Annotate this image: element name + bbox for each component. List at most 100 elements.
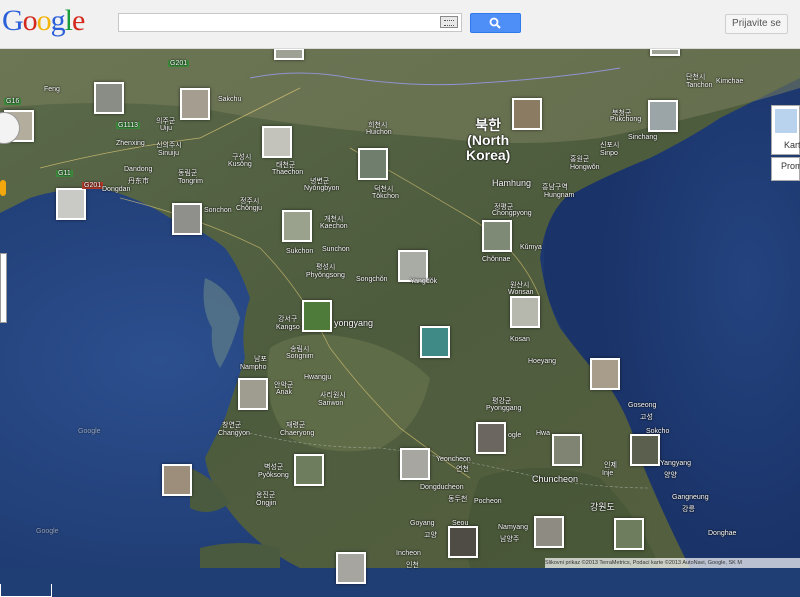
place-label: Yangdŏk bbox=[410, 278, 438, 285]
place-label: Gangneung bbox=[672, 494, 709, 501]
street-view-pegman-icon[interactable] bbox=[0, 180, 6, 196]
place-label: Sokcho bbox=[646, 428, 670, 435]
place-label: 강릉 bbox=[682, 506, 695, 513]
map-thumbnail bbox=[775, 109, 797, 133]
map-type-label: Kart bbox=[784, 140, 800, 150]
place-label: Songchŏn bbox=[356, 276, 388, 283]
photo-thumbnail[interactable] bbox=[172, 203, 202, 235]
map-canvas[interactable]: 북한 (North Korea) Kimchae 단천시 Tanchon Fen… bbox=[0, 48, 800, 597]
place-label: Chongpyong bbox=[492, 210, 532, 217]
scale-bar bbox=[0, 584, 52, 597]
place-label: Sunchon bbox=[322, 246, 350, 253]
map-attribution: Slikovni prikaz ©2013 TerraMetrics, Poda… bbox=[545, 558, 800, 568]
place-label: Phyŏngsong bbox=[306, 272, 345, 279]
photo-thumbnail[interactable] bbox=[238, 378, 268, 410]
photo-thumbnail[interactable] bbox=[336, 552, 366, 584]
place-label: Sukchon bbox=[286, 248, 314, 255]
place-label: Hongwŏn bbox=[570, 164, 600, 171]
place-label: Sariwon bbox=[318, 400, 344, 407]
place-label: Inje bbox=[602, 470, 614, 477]
photo-thumbnail[interactable] bbox=[400, 448, 430, 480]
place-label: Dongdan bbox=[102, 186, 131, 193]
place-label: Thaechon bbox=[272, 169, 304, 176]
photo-thumbnail[interactable] bbox=[358, 148, 388, 180]
place-label: Sinuiju bbox=[158, 150, 180, 157]
place-label: Huichon bbox=[366, 129, 392, 136]
photo-thumbnail[interactable] bbox=[420, 326, 450, 358]
place-label: 연천 bbox=[456, 466, 469, 473]
place-label: Namyang bbox=[498, 524, 528, 531]
place-label: 흥남구역 bbox=[542, 184, 568, 191]
zoom-slider[interactable] bbox=[0, 253, 7, 323]
photo-thumbnail[interactable] bbox=[650, 48, 680, 56]
place-label: 홍원군 bbox=[570, 156, 590, 163]
place-label: Sakchu bbox=[218, 96, 242, 103]
place-label: 옹진군 bbox=[256, 492, 276, 499]
keyboard-icon[interactable] bbox=[440, 16, 458, 28]
place-label: Tŏkchon bbox=[372, 193, 399, 200]
place-label: Kimchae bbox=[716, 78, 744, 85]
photo-thumbnail[interactable] bbox=[614, 518, 644, 550]
top-bar: Google Prijavite se bbox=[0, 0, 800, 49]
photo-thumbnail[interactable] bbox=[262, 126, 292, 158]
place-label: 인제 bbox=[604, 462, 617, 469]
place-label: Nyŏngbyon bbox=[304, 185, 340, 192]
place-label: Chŏngju bbox=[236, 205, 263, 212]
map-watermark: Google bbox=[78, 428, 101, 435]
place-label: Hwangju bbox=[304, 374, 332, 381]
place-label: Hungnam bbox=[544, 192, 575, 199]
place-label: Pyonggang bbox=[486, 405, 522, 412]
place-label: 고성 bbox=[640, 414, 653, 421]
place-label: Changyon bbox=[218, 430, 250, 437]
place-label: 단천시 bbox=[686, 74, 706, 81]
prom-dropdown-button[interactable]: Prom bbox=[771, 157, 800, 181]
place-label: 남포 bbox=[254, 356, 267, 363]
photo-thumbnail[interactable] bbox=[56, 188, 86, 220]
place-label: Pocheon bbox=[474, 498, 502, 505]
photo-thumbnail[interactable] bbox=[162, 464, 192, 496]
place-label: 강원도 bbox=[590, 502, 615, 512]
photo-thumbnail[interactable] bbox=[552, 434, 582, 466]
search-input[interactable] bbox=[118, 13, 462, 32]
photo-thumbnail[interactable] bbox=[448, 526, 478, 558]
place-label: Kusŏng bbox=[228, 161, 252, 168]
photo-thumbnail[interactable] bbox=[294, 454, 324, 486]
place-label: Pyŏksong bbox=[258, 472, 289, 479]
place-label: 신의주시 bbox=[156, 142, 182, 149]
place-label: Goseong bbox=[628, 402, 657, 409]
place-label: 남양주 bbox=[500, 536, 520, 543]
place-label: 고양 bbox=[424, 532, 437, 539]
photo-thumbnail[interactable] bbox=[482, 220, 512, 252]
place-label: Uiju bbox=[160, 125, 173, 132]
google-logo[interactable]: Google bbox=[2, 4, 85, 38]
place-label: 丹东市 bbox=[128, 178, 149, 185]
place-label: 강서구 bbox=[278, 316, 298, 323]
prom-label: Prom bbox=[781, 161, 800, 171]
photo-thumbnail[interactable] bbox=[630, 434, 660, 466]
photo-thumbnail[interactable] bbox=[476, 422, 506, 454]
place-label: Seou bbox=[452, 520, 469, 527]
place-label: 벽성군 bbox=[264, 464, 284, 471]
photo-thumbnail[interactable] bbox=[302, 300, 332, 332]
search-button[interactable] bbox=[470, 13, 521, 33]
photo-thumbnail[interactable] bbox=[274, 48, 304, 60]
photo-thumbnail[interactable] bbox=[648, 100, 678, 132]
road-shield: G201 bbox=[82, 182, 104, 189]
map-type-button[interactable]: Kart bbox=[771, 105, 800, 155]
photo-thumbnail[interactable] bbox=[510, 296, 540, 328]
photo-thumbnail[interactable] bbox=[590, 358, 620, 390]
photo-thumbnail[interactable] bbox=[512, 98, 542, 130]
photo-thumbnail[interactable] bbox=[94, 82, 124, 114]
photo-thumbnail[interactable] bbox=[282, 210, 312, 242]
place-label: Zhenxing bbox=[116, 140, 145, 147]
photo-thumbnail[interactable] bbox=[180, 88, 210, 120]
place-label: 양양 bbox=[664, 472, 677, 479]
place-label: Donghae bbox=[708, 530, 737, 537]
place-label: Yeoncheon bbox=[436, 456, 471, 463]
place-label: Songnim bbox=[286, 353, 314, 360]
photo-thumbnail[interactable] bbox=[534, 516, 564, 548]
place-label: Kŭmya bbox=[520, 244, 542, 251]
country-label-line2: Korea) bbox=[466, 147, 511, 163]
place-label: Hoeyang bbox=[528, 358, 557, 365]
signin-button[interactable]: Prijavite se bbox=[725, 14, 788, 34]
